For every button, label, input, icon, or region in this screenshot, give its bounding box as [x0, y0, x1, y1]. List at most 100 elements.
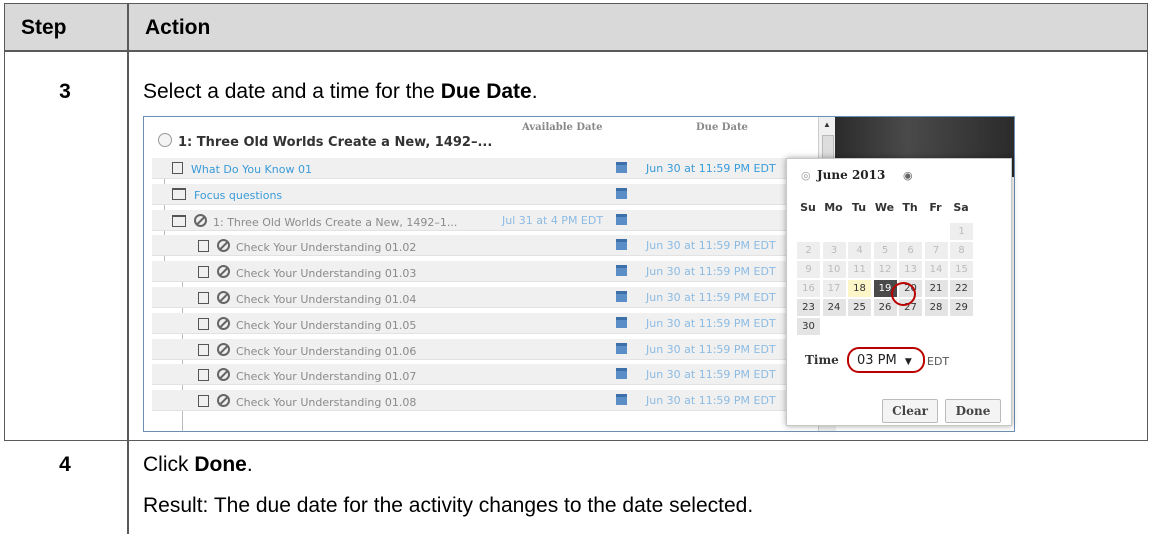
calendar-icon[interactable]: [616, 316, 627, 328]
calendar-icon[interactable]: [616, 368, 627, 380]
doc-icon: [198, 369, 209, 382]
doc-icon: [198, 317, 209, 330]
weekday-header: Fr: [929, 201, 942, 214]
calendar-day[interactable]: 13: [899, 261, 922, 278]
selected-day-highlight-ring: [891, 282, 916, 306]
weekday-header: Th: [902, 201, 918, 214]
calendar-day[interactable]: 14: [924, 261, 948, 278]
outline-row[interactable]: Check Your Understanding 01.04 Jun 30 at …: [152, 287, 817, 308]
step-4-instruction: Click Done.: [143, 453, 253, 476]
available-date: Jul 31 at 4 PM EDT: [502, 213, 604, 227]
calendar-day[interactable]: 22: [950, 280, 973, 297]
next-month-icon[interactable]: ◉: [903, 169, 913, 182]
calendar-day[interactable]: 15: [950, 261, 973, 278]
prev-month-icon[interactable]: ◎: [801, 169, 811, 182]
calendar-day[interactable]: 9: [797, 261, 820, 278]
outline-row[interactable]: Focus questions: [152, 183, 817, 205]
due-date[interactable]: Jun 30 at 11:59 PM EDT: [646, 265, 776, 278]
step-number-3: 3: [59, 80, 71, 103]
due-date[interactable]: Jun 30 at 11:59 PM EDT: [646, 368, 776, 381]
scroll-up-icon[interactable]: ▲: [823, 120, 831, 129]
outline-item-name[interactable]: 1: Three Old Worlds Create a New, 1492–1…: [172, 213, 457, 229]
timezone-label: EDT: [927, 355, 950, 368]
hidden-icon: [217, 265, 230, 279]
outline-row[interactable]: Check Your Understanding 01.07 Jun 30 at …: [152, 364, 817, 386]
outline-item-name[interactable]: Check Your Understanding 01.08: [198, 394, 416, 409]
hidden-icon: [217, 239, 230, 253]
outline-row[interactable]: 1: Three Old Worlds Create a New, 1492–1…: [152, 209, 817, 231]
calendar-icon[interactable]: [616, 342, 627, 354]
due-date[interactable]: Jun 30 at 11:59 PM EDT: [646, 343, 776, 356]
outline-row[interactable]: Check Your Understanding 01.05 Jun 30 at …: [152, 312, 817, 334]
weekday-header: Mo: [824, 201, 843, 214]
outline-item-name[interactable]: What Do You Know 01: [172, 162, 312, 176]
doc-icon: [198, 292, 209, 304]
outline-item-name[interactable]: Check Your Understanding 01.06: [198, 342, 416, 358]
calendar-day[interactable]: 8: [950, 242, 973, 259]
calendar-day[interactable]: 23: [797, 299, 820, 316]
calendar-icon[interactable]: [616, 213, 627, 225]
calendar-day[interactable]: 11: [848, 261, 871, 278]
header-step: Step: [21, 16, 67, 39]
due-date[interactable]: Jun 30 at 11:59 PM EDT: [646, 317, 776, 330]
doc-icon: [198, 266, 209, 279]
calendar-icon[interactable]: [616, 239, 627, 251]
weekday-header: Su: [800, 201, 816, 214]
due-date[interactable]: Jun 30 at 11:59 PM EDT: [646, 291, 776, 304]
clear-button[interactable]: Clear: [882, 399, 938, 423]
calendar-day[interactable]: 4: [848, 242, 871, 259]
step-number-4: 4: [59, 453, 71, 476]
outline-row[interactable]: What Do You Know 01 Jun 30 at 11:59 PM ED…: [152, 158, 817, 179]
hidden-icon: [194, 213, 207, 227]
calendar-day[interactable]: 29: [950, 299, 973, 316]
doc-icon: [172, 162, 183, 174]
doc-icon: [198, 395, 209, 408]
calendar-icon[interactable]: [616, 291, 627, 302]
outline-row[interactable]: Check Your Understanding 01.02 Jun 30 at …: [152, 235, 817, 257]
outline-row[interactable]: Check Your Understanding 01.03 Jun 30 at …: [152, 261, 817, 283]
weekday-header: Sa: [953, 201, 969, 214]
calendar-day[interactable]: 10: [822, 261, 846, 278]
calendar-day[interactable]: 12: [873, 261, 897, 278]
due-date[interactable]: Jun 30 at 11:59 PM EDT: [646, 162, 776, 175]
outline-row[interactable]: Check Your Understanding 01.06 Jun 30 at …: [152, 338, 817, 360]
calendar-day[interactable]: 5: [873, 242, 897, 259]
calendar-day[interactable]: 17: [822, 280, 846, 297]
calendar-day[interactable]: 6: [899, 242, 922, 259]
outline-item-name[interactable]: Check Your Understanding 01.05: [198, 316, 416, 332]
instruction-table: Step Action 3 Select a date and a time f…: [0, 0, 1154, 534]
calendar-icon[interactable]: [616, 162, 627, 173]
calendar-day[interactable]: 24: [822, 299, 846, 316]
outline-item-name[interactable]: Focus questions: [172, 187, 282, 202]
unit-title[interactable]: 1: Three Old Worlds Create a New, 1492–.…: [158, 133, 492, 150]
outline-item-name[interactable]: Check Your Understanding 01.03: [198, 265, 416, 280]
outline-row[interactable]: Check Your Understanding 01.08 Jun 30 at …: [152, 390, 817, 412]
calendar-day[interactable]: 18: [848, 280, 871, 297]
calendar-icon[interactable]: [616, 265, 627, 277]
due-date[interactable]: Jun 30 at 11:59 PM EDT: [646, 394, 776, 407]
calendar-day[interactable]: 16: [797, 280, 820, 297]
calendar-day[interactable]: 2: [797, 242, 820, 259]
calendar-day[interactable]: 25: [848, 299, 871, 316]
due-date-column-header: Due Date: [696, 122, 748, 133]
hidden-icon: [217, 316, 230, 330]
calendar-day[interactable]: 28: [924, 299, 948, 316]
time-select[interactable]: 03 PM ▼: [847, 347, 925, 373]
calendar-day[interactable]: 7: [924, 242, 948, 259]
calendar-day[interactable]: 21: [924, 280, 948, 297]
calendar-day[interactable]: 3: [822, 242, 846, 259]
done-button[interactable]: Done: [945, 399, 1001, 423]
calendar-icon[interactable]: [616, 394, 627, 406]
doc-icon: [198, 240, 209, 253]
date-picker-popup: ◎ June 2013 ◉ Su Mo Tu We Th Fr Sa 1 2 3 4 5 6 7 8 9 10…: [786, 158, 1012, 426]
calendar-day[interactable]: 1: [950, 223, 973, 240]
calendar-day[interactable]: 30: [797, 318, 820, 335]
outline-item-name[interactable]: Check Your Understanding 01.07: [198, 368, 416, 383]
time-label: Time: [805, 353, 839, 367]
due-date[interactable]: Jun 30 at 11:59 PM EDT: [646, 239, 776, 252]
hidden-icon: [217, 342, 230, 356]
hidden-icon: [217, 291, 230, 304]
outline-item-name[interactable]: Check Your Understanding 01.04: [198, 291, 416, 306]
outline-item-name[interactable]: Check Your Understanding 01.02: [198, 239, 416, 254]
calendar-icon[interactable]: [616, 187, 627, 199]
